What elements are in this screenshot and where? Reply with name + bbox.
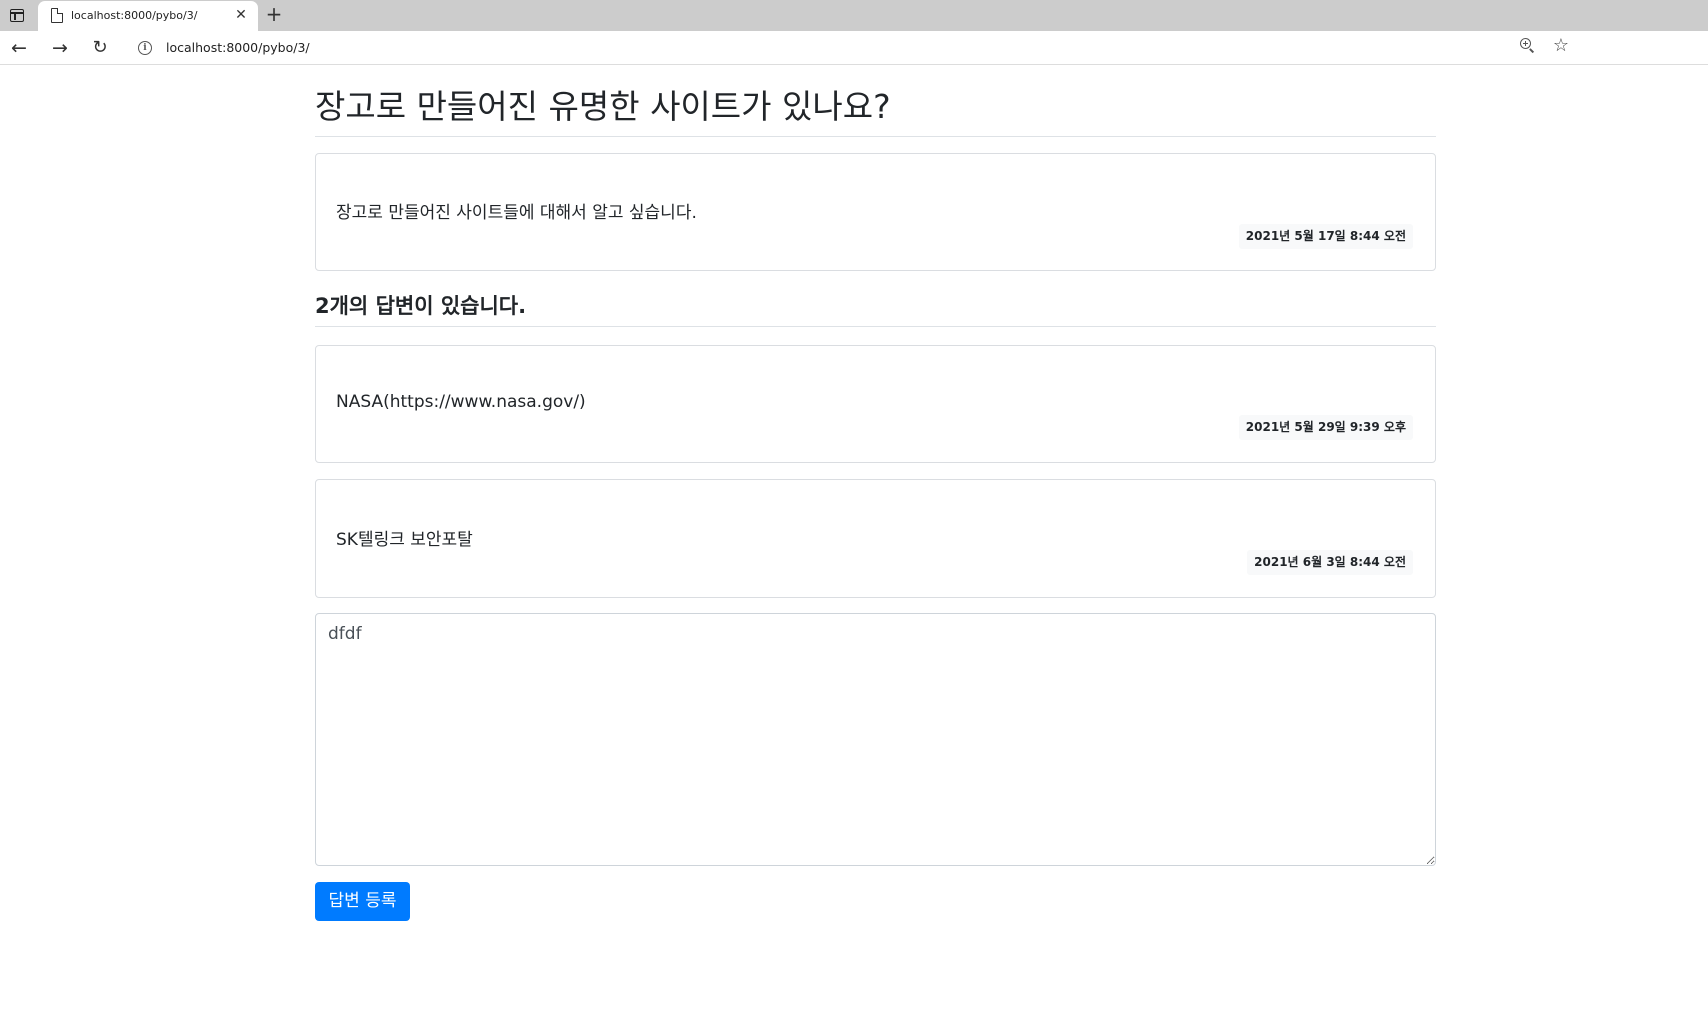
- page-file-icon: [51, 8, 63, 23]
- tab-title: localhost:8000/pybo/3/: [71, 9, 198, 22]
- question-date-badge: 2021년 5월 17일 8:44 오전: [1238, 224, 1413, 249]
- answer-content: SK텔링크 보안포탈: [336, 530, 473, 550]
- answer-count-heading: 2개의 답변이 있습니다.: [315, 292, 1436, 327]
- answer-date-badge: 2021년 6월 3일 8:44 오전: [1247, 550, 1413, 575]
- url-text[interactable]: localhost:8000/pybo/3/: [166, 40, 310, 55]
- browser-tab-active[interactable]: localhost:8000/pybo/3/ ✕: [38, 1, 258, 31]
- reload-icon[interactable]: ↻: [87, 35, 113, 61]
- site-info-icon[interactable]: i: [138, 41, 152, 55]
- back-arrow-icon[interactable]: ←: [6, 35, 32, 61]
- answer-card: SK텔링크 보안포탈 2021년 6월 3일 8:44 오전: [315, 479, 1436, 598]
- favorite-star-icon[interactable]: ☆: [1551, 36, 1571, 56]
- close-tab-icon[interactable]: ✕: [232, 6, 250, 24]
- question-card: 장고로 만들어진 사이트들에 대해서 알고 싶습니다. 2021년 5월 17일…: [315, 153, 1436, 271]
- question-content: 장고로 만들어진 사이트들에 대해서 알고 싶습니다.: [336, 203, 697, 223]
- new-tab-button[interactable]: +: [263, 4, 285, 26]
- answer-date-badge: 2021년 5월 29일 9:39 오후: [1238, 415, 1413, 440]
- browser-tab-strip: localhost:8000/pybo/3/ ✕ +: [0, 0, 1708, 31]
- answer-content: NASA(https://www.nasa.gov/): [336, 392, 586, 412]
- browser-toolbar: ← → ↻ i localhost:8000/pybo/3/: [0, 31, 1708, 65]
- answer-card: NASA(https://www.nasa.gov/) 2021년 5월 29일…: [315, 345, 1436, 463]
- forward-arrow-icon[interactable]: →: [47, 35, 73, 61]
- address-bar[interactable]: i localhost:8000/pybo/3/: [125, 34, 1549, 62]
- answer-textarea[interactable]: dfdf: [315, 613, 1436, 866]
- zoom-icon[interactable]: [1520, 38, 1536, 54]
- tab-actions-icon[interactable]: [6, 7, 28, 25]
- question-title: 장고로 만들어진 유명한 사이트가 있나요?: [315, 86, 1436, 137]
- submit-answer-button[interactable]: 답변 등록: [315, 882, 410, 921]
